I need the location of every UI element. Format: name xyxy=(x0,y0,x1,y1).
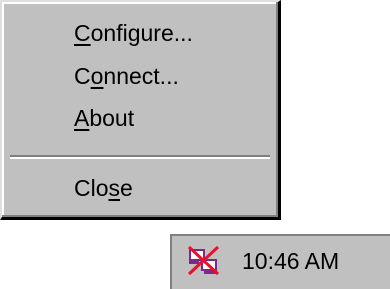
menu-item-configure[interactable]: Configure... xyxy=(74,19,193,47)
menu-item-about-text-post: bout xyxy=(89,105,135,131)
menu-item-connect-text-pre: C xyxy=(74,63,91,89)
menu-item-connect-accelerator: o xyxy=(90,63,104,89)
system-tray: 10:46 AM xyxy=(170,234,390,289)
disconnected-network-icon[interactable] xyxy=(186,244,222,278)
menu-item-configure-text-post: onfigure... xyxy=(90,20,193,46)
menu-item-about-accelerator: A xyxy=(74,105,90,131)
menu-item-connect[interactable]: Connect... xyxy=(74,62,179,90)
menu-item-configure-accelerator: C xyxy=(74,20,91,46)
menu-item-close-text-post: e xyxy=(120,175,133,201)
menu-item-about[interactable]: About xyxy=(74,104,134,132)
menu-item-close[interactable]: Close xyxy=(74,174,133,202)
menu-separator xyxy=(10,155,270,159)
menu-item-close-text-pre: Clo xyxy=(74,175,109,201)
tray-clock[interactable]: 10:46 AM xyxy=(242,247,339,275)
tray-context-menu: Configure... Connect... About Close xyxy=(0,0,281,220)
menu-item-connect-text-post: nnect... xyxy=(103,63,179,89)
menu-item-close-accelerator: s xyxy=(108,175,121,201)
